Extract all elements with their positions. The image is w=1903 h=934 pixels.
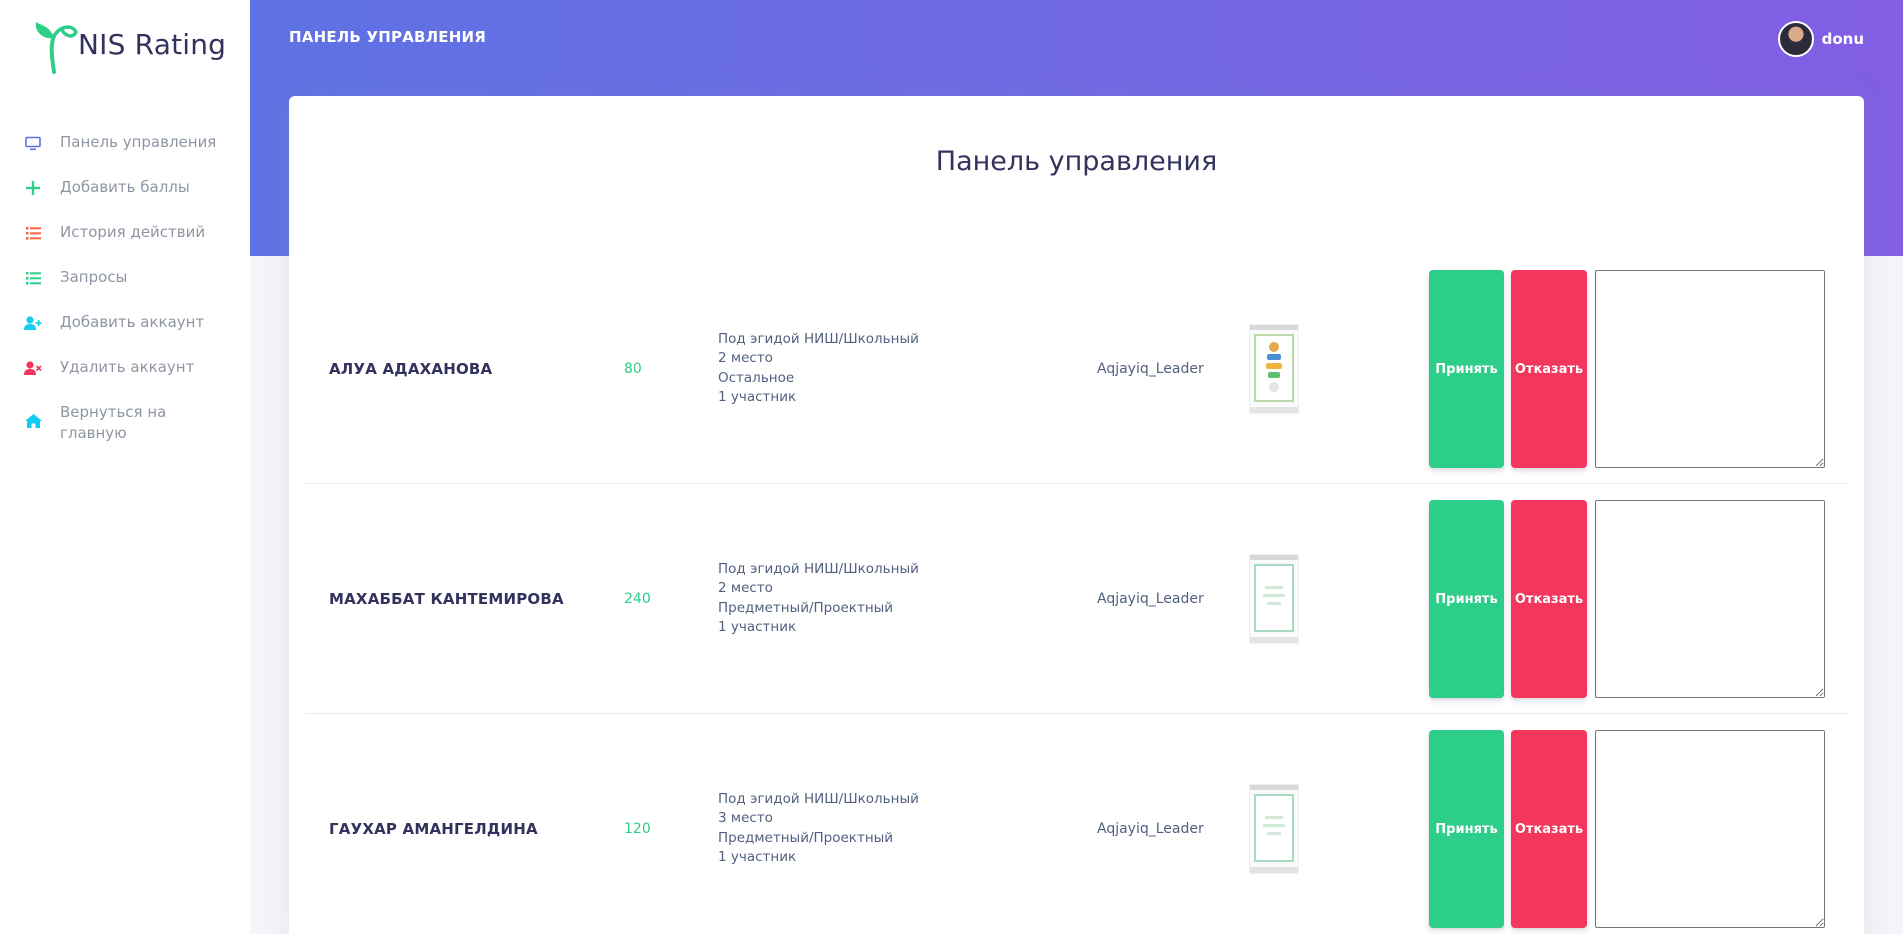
student-name: ГАУХАР АМАНГЕЛДИНА <box>329 819 538 838</box>
detail-line: Предметный/Проектный <box>718 599 894 616</box>
sidebar-item-delete-account[interactable]: Удалить аккаунт <box>0 345 250 390</box>
accept-button[interactable]: Принять <box>1429 730 1504 928</box>
reject-button[interactable]: Отказать <box>1511 500 1587 698</box>
monitor-icon <box>24 134 42 152</box>
comment-field[interactable] <box>1595 270 1825 468</box>
student-name: АЛУА АДАХАНОВА <box>329 359 493 378</box>
sidebar-item-label: Запросы <box>60 268 128 286</box>
detail-line: Остальное <box>718 369 795 386</box>
sidebar-item-dashboard[interactable]: Панель управления <box>0 120 250 165</box>
request-details: Под эгидой НИШ/Школьный 2 место Остально… <box>718 330 919 408</box>
user-menu[interactable]: donu <box>1777 21 1864 57</box>
accept-button[interactable]: Принять <box>1429 270 1504 468</box>
detail-line: 1 участник <box>718 389 797 405</box>
sidebar-nav: Панель управления Добавить баллы История… <box>0 120 250 456</box>
detail-line: 2 место <box>718 580 773 596</box>
sidebar-item-home[interactable]: Вернуться на главную <box>0 390 250 456</box>
detail-line: Под эгидой НИШ/Школьный <box>718 330 919 347</box>
sprout-logo-icon <box>35 22 78 74</box>
requests-card: Панель управления АЛУА АДАХАНОВА 80 Под … <box>289 96 1864 934</box>
avatar <box>1777 21 1814 57</box>
request-details: Под эгидой НИШ/Школьный 2 место Предметн… <box>718 560 919 638</box>
sidebar-item-history[interactable]: История действий <box>0 210 250 255</box>
brand-name: NIS Rating <box>78 27 227 61</box>
author-name: Aqjayiq_Leader <box>1097 820 1204 837</box>
comment-field[interactable] <box>1595 730 1825 928</box>
detail-line: 3 место <box>718 810 773 826</box>
request-details: Под эгидой НИШ/Школьный 3 место Предметн… <box>718 790 919 868</box>
author-name: Aqjayiq_Leader <box>1097 590 1204 607</box>
comment-field[interactable] <box>1595 500 1825 698</box>
list-icon <box>24 224 42 242</box>
sidebar-item-label: История действий <box>60 223 206 241</box>
certificate-thumbnail[interactable] <box>1249 783 1299 874</box>
user-name: donu <box>1821 30 1864 48</box>
home-icon <box>24 412 42 430</box>
sidebar: NIS Rating Панель управления Добавить ба… <box>0 0 250 934</box>
sidebar-item-add-points[interactable]: Добавить баллы <box>0 165 250 210</box>
detail-line: Под эгидой НИШ/Школьный <box>718 790 919 807</box>
sidebar-item-label: Панель управления <box>60 133 217 151</box>
page-title: Панель управления <box>935 146 1218 177</box>
plus-icon <box>24 179 42 197</box>
table-row: АЛУА АДАХАНОВА 80 Под эгидой НИШ/Школьны… <box>305 254 1848 484</box>
user-times-icon <box>24 359 42 377</box>
sidebar-item-label: Добавить аккаунт <box>60 313 205 331</box>
points-value: 240 <box>624 590 651 607</box>
detail-line: 2 место <box>718 350 773 366</box>
reject-button[interactable]: Отказать <box>1511 730 1587 928</box>
sidebar-item-label: Вернуться на главную <box>60 403 167 442</box>
points-value: 120 <box>624 820 651 837</box>
user-plus-icon <box>24 314 42 332</box>
header-title: ПАНЕЛЬ УПРАВЛЕНИЯ <box>289 28 486 46</box>
author-name: Aqjayiq_Leader <box>1097 360 1204 377</box>
sidebar-item-requests[interactable]: Запросы <box>0 255 250 300</box>
accept-button[interactable]: Принять <box>1429 500 1504 698</box>
detail-line: 1 участник <box>718 619 797 635</box>
detail-line: Под эгидой НИШ/Школьный <box>718 560 919 577</box>
list-icon <box>24 269 42 287</box>
sidebar-item-label: Удалить аккаунт <box>60 358 195 376</box>
sidebar-item-add-account[interactable]: Добавить аккаунт <box>0 300 250 345</box>
detail-line: 1 участник <box>718 849 797 865</box>
reject-button[interactable]: Отказать <box>1511 270 1587 468</box>
brand-logo[interactable]: NIS Rating <box>30 16 226 76</box>
certificate-thumbnail[interactable] <box>1249 323 1299 414</box>
sidebar-item-label: Добавить баллы <box>60 178 190 196</box>
table-row: ГАУХАР АМАНГЕЛДИНА 120 Под эгидой НИШ/Шк… <box>305 714 1848 934</box>
student-name: МАХАББАТ КАНТЕМИРОВА <box>329 589 564 608</box>
detail-line: Предметный/Проектный <box>718 829 894 846</box>
points-value: 80 <box>624 360 642 377</box>
certificate-thumbnail[interactable] <box>1249 553 1299 644</box>
table-row: МАХАББАТ КАНТЕМИРОВА 240 Под эгидой НИШ/… <box>305 484 1848 714</box>
